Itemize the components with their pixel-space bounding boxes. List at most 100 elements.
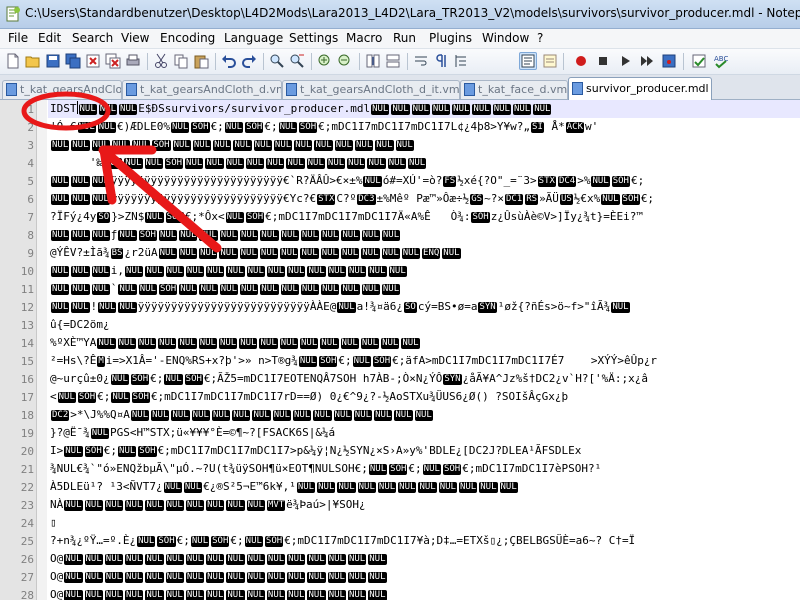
close-icon[interactable] [84,52,102,70]
zoom-in-icon[interactable] [316,52,334,70]
spell-check-icon[interactable] [690,52,708,70]
control-char-badge: NUL [452,104,471,115]
run-macro-multiple-icon[interactable] [638,52,656,70]
control-char-badge: NUL [90,428,110,439]
record-macro-icon[interactable] [572,52,590,70]
control-char-badge: NUL [172,140,191,151]
control-char-badge: NUL [104,572,124,583]
redo-icon[interactable] [240,52,258,70]
menu-help[interactable]: ? [537,31,543,45]
spell-check-abc-icon[interactable]: ABC [712,52,730,70]
text-line: NUL NUL! NUL NUL ÿÿÿÿÿÿÿÿÿÿÿÿÿÿÿÿÿÿÿÿÿÿÿÿÿÿÀ… [50,298,631,316]
print-icon[interactable] [124,52,142,70]
control-char-badge: STX [317,194,336,205]
control-char-badge: SOH [164,158,184,169]
close-all-icon[interactable] [104,52,122,70]
control-char-badge: NUL [206,554,225,565]
toolbar-separator [311,53,312,70]
menu-macro[interactable]: Macro [346,31,382,45]
menu-window[interactable]: Window [482,31,529,45]
tab-label: survivor_producer.mdl [586,82,709,95]
control-char-badge: NUL [51,230,70,241]
text-run: 'Ó € [50,120,77,133]
text-run: »ÃÜ [539,192,559,205]
save-all-icon[interactable] [64,52,82,70]
control-char-badge: NUL [91,230,110,241]
control-char-badge: DC3 [357,194,376,205]
tab-face-d[interactable]: t_kat_face_d.vmt [460,80,568,99]
paste-icon[interactable] [192,52,210,70]
menu-edit[interactable]: Edit [38,31,61,45]
control-char-badge: NUL [138,284,157,295]
control-char-badge: NUL [438,482,457,493]
control-char-badge: NUL [185,158,204,169]
control-char-badge: NUL [361,284,380,295]
menu-run[interactable]: Run [393,31,416,45]
indent-guide-icon[interactable] [452,52,470,70]
show-all-chars-icon[interactable] [432,52,450,70]
text-editor[interactable]: 1 2 3 4 5 6 7 8 9 10 11 12 13 14 15 16 17 18 19 20 21 22 23 24 2… [0,100,800,600]
text-run: NÀ [50,498,64,511]
sync-horizontal-icon[interactable] [384,52,402,70]
save-macro-icon[interactable] [660,52,678,70]
control-char-badge: NUL [320,338,339,349]
menu-view[interactable]: View [121,31,149,45]
tab-survivor-producer[interactable]: survivor_producer.mdl [568,77,712,100]
control-char-badge: NUL [64,554,83,565]
control-char-badge: NUL [111,392,130,403]
control-char-badge: ACK [565,122,585,133]
copy-icon[interactable] [172,52,190,70]
control-char-badge: DC1 [504,194,524,205]
new-file-icon[interactable] [4,52,22,70]
notepadpp-app-icon[interactable] [5,6,21,22]
tab-partial-hidden[interactable]: t_kat_gearsAndCloth_d.vmt [2,80,122,99]
stop-record-icon[interactable] [594,52,612,70]
save-icon[interactable] [44,52,62,70]
control-char-badge: SOH [372,356,392,367]
text-line: @~urçû±0¿ NUL SOH €; NUL SOH €;ÃŽ5=mDC1I7EOTEN… [50,370,648,388]
find-icon[interactable] [268,52,286,70]
tab-gears-cloth-d-it[interactable]: t_kat_gearsAndCloth_d_it.vmt [282,80,460,99]
menu-settings[interactable]: Settings [289,31,338,45]
play-macro-icon[interactable] [616,52,634,70]
control-char-badge: SOH [621,194,640,205]
text-line: NÀ NUL NUL NUL NUL NUL NUL NUL NUL NUL NUL MVT ë¾Þaú… [50,496,366,514]
zoom-out-icon[interactable] [336,52,354,70]
control-char-badge: NUL [104,500,124,511]
menu-encoding[interactable]: Encoding [160,31,215,45]
control-char-badge: NUL [219,284,239,295]
doc-map-icon[interactable] [519,52,537,70]
control-char-badge: NUL [91,194,110,205]
text-line: À5DLEü¹? ¹3<ÑVT7¿ NUL NUL €¿®S²5¬E™6k¥,¹ NUL… [50,478,519,496]
control-char-badge: SOH [165,212,184,223]
menu-plugins[interactable]: Plugins [429,31,472,45]
control-char-badge: NUL [353,410,373,421]
replace-icon[interactable] [288,52,306,70]
control-char-badge: NUL [401,248,421,259]
control-char-badge: SI [531,122,544,133]
menu-file[interactable]: File [8,31,28,45]
cut-icon[interactable] [152,52,170,70]
control-char-badge: NUL [245,158,265,169]
menu-language[interactable]: Language [224,31,283,45]
line-number-gutter: 1 2 3 4 5 6 7 8 9 10 11 12 13 14 15 16 17 18 19 20 21 22 23 24 2… [0,100,37,600]
sync-vertical-icon[interactable] [364,52,382,70]
control-char-badge: NUL [246,572,265,583]
control-char-badge: NUL [144,158,163,169]
tab-gears-cloth-d[interactable]: t_kat_gearsAndCloth_d.vmt [122,80,282,99]
control-char-badge: NUL [361,230,380,241]
control-char-badge: NUL [145,554,164,565]
control-char-badge: NUL [219,248,238,259]
control-char-badge: NUL [145,590,164,600]
undo-icon[interactable] [220,52,238,70]
function-list-icon[interactable] [541,52,559,70]
control-char-badge: NUL [103,158,123,169]
open-file-icon[interactable] [24,52,42,70]
control-char-badge: NUL [533,104,552,115]
word-wrap-icon[interactable] [412,52,430,70]
menu-search[interactable]: Search [72,31,113,45]
control-char-badge: NUL [165,500,184,511]
control-char-badge: NUL [307,554,326,565]
control-char-badge: NUL [224,122,244,133]
text-run: PGS<H™STX;ü«¥¥¥°È=©¶~?[FSACK6S|&¼á [110,426,336,439]
